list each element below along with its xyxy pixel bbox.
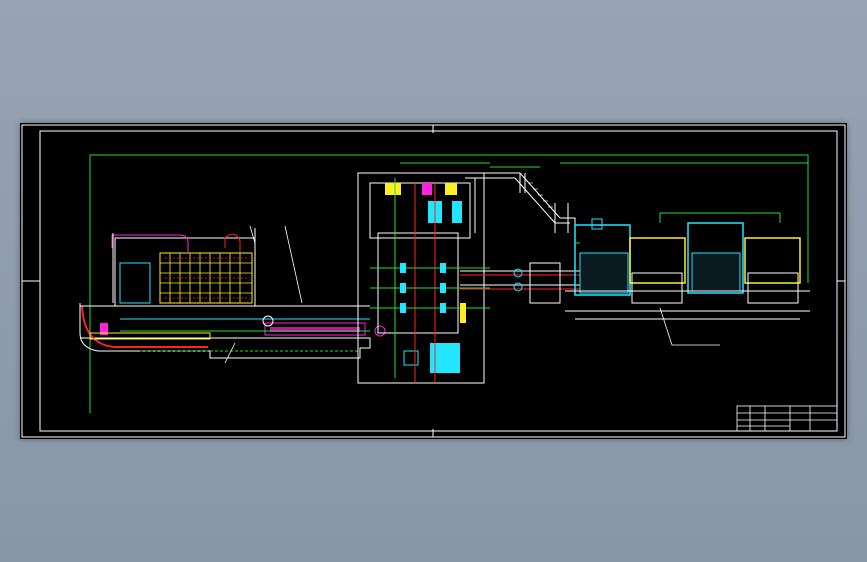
access-platform-stairs bbox=[460, 172, 576, 233]
drive-motors bbox=[565, 212, 810, 320]
heating-furnace bbox=[111, 228, 256, 307]
drawing-sheet[interactable] bbox=[20, 123, 847, 439]
drive-shafts bbox=[460, 262, 580, 304]
cad-drawing-canvas[interactable] bbox=[20, 123, 847, 439]
rolling-mill-stand bbox=[357, 172, 490, 384]
title-block bbox=[736, 405, 838, 432]
leader-lines bbox=[224, 225, 720, 364]
feed-conveyor bbox=[79, 303, 386, 359]
